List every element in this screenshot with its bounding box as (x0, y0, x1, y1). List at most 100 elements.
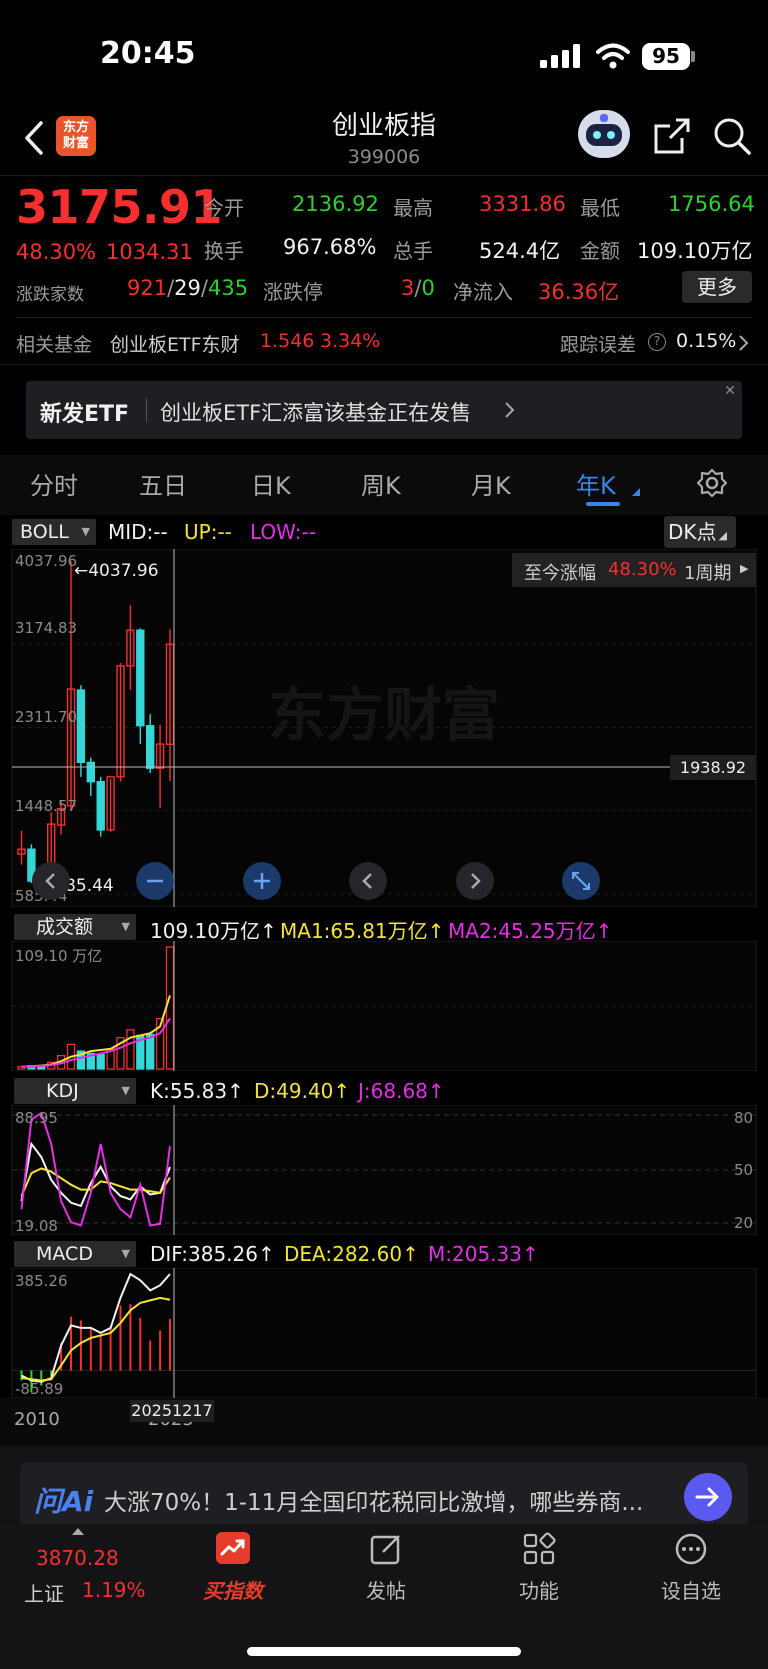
change-pct: 48.30% (16, 240, 97, 264)
buy-index-icon[interactable] (216, 1532, 250, 1564)
boll-low: LOW:-- (250, 520, 316, 544)
nav-functions[interactable]: 功能 (479, 1575, 599, 1604)
tab-yearly-k[interactable]: 年K (576, 466, 616, 501)
next-icon[interactable] (456, 862, 494, 900)
kdj-k: K:55.83↑ (150, 1079, 244, 1103)
tracking-label: 跟踪误差 (560, 334, 637, 356)
zoom-out-icon[interactable] (136, 862, 174, 900)
battery-tip (691, 51, 695, 62)
candle-2018 (96, 780, 105, 831)
time-axis-start: 2010 (14, 1409, 60, 1430)
crosshair-value: 1938.92 (670, 755, 756, 780)
volume-ma2: MA2:45.25万亿↑ (448, 919, 613, 943)
previous-icon[interactable] (349, 862, 387, 900)
max-marker: ←4037.96 (74, 561, 159, 581)
banner-text: 创业板ETF汇添富该基金正在发售 (160, 401, 472, 425)
pan-left-button[interactable] (32, 862, 70, 900)
nav-post[interactable]: 发帖 (326, 1575, 446, 1604)
close-icon[interactable]: ✕ (722, 383, 738, 399)
volume-indicator-select[interactable]: 成交额 ▼ (14, 914, 136, 940)
period-label: 1周期 (684, 563, 732, 584)
volume-bar-2018 (96, 1053, 105, 1070)
fund-pct: 3.34% (320, 330, 381, 352)
volume-value: 524.4亿 (479, 239, 561, 263)
fullscreen-icon[interactable] (562, 862, 600, 900)
high-label: 最高 (393, 196, 433, 220)
volume-y-top: 109.10 万亿 (15, 947, 103, 965)
current-price: 3175.91 (16, 180, 223, 234)
fund-label: 相关基金 (16, 334, 93, 356)
candle-2022 (136, 629, 145, 727)
help-icon[interactable]: ? (648, 333, 666, 351)
macd-dif: DIF:385.26↑ (150, 1242, 275, 1266)
main-indicator-select[interactable]: BOLL ▼ (12, 519, 96, 545)
sh-index-value[interactable]: 3870.28 (36, 1546, 119, 1570)
y-tick-2: 3174.83 (15, 619, 78, 637)
candlestick-chart[interactable]: 东方财富 (0, 549, 768, 907)
tab-dropdown-icon (632, 488, 640, 496)
high-value: 3331.86 (479, 192, 566, 216)
tracking-value: 0.15% (676, 330, 737, 352)
header-divider (0, 175, 768, 176)
tab-weekly-k[interactable]: 周K (361, 466, 401, 501)
assistant-robot-icon[interactable] (578, 110, 630, 158)
more-dots-icon[interactable] (674, 1532, 708, 1566)
y-tick-1: 4037.96 (15, 552, 78, 570)
chevron-right-icon[interactable] (738, 334, 750, 352)
kdj-chart[interactable] (0, 1105, 768, 1235)
share-icon[interactable] (652, 116, 692, 156)
tab-monthly-k[interactable]: 月K (471, 466, 511, 501)
nav-buy-index[interactable]: 买指数 (173, 1575, 293, 1604)
since-pct: 48.30% (608, 559, 677, 580)
macd-y-bottom: -85.89 (15, 1380, 64, 1398)
macd-m: M:205.33↑ (428, 1242, 539, 1266)
change-value: 1034.31 (106, 240, 193, 264)
fund-price: 1.546 (260, 330, 315, 352)
inflow-value: 36.36亿 (538, 280, 620, 304)
up-arrow-icon (72, 1528, 84, 1535)
limit-label: 涨跌停 (263, 280, 323, 304)
active-tab-indicator (586, 502, 620, 506)
settings-gear-icon[interactable] (697, 468, 727, 498)
amount-label: 金额 (580, 239, 620, 263)
volume-ma1: MA1:65.81万亿↑ (280, 919, 445, 943)
kdj-y-top: 88.95 (15, 1109, 58, 1127)
status-time: 20:45 (100, 36, 196, 71)
sh-index-pct: 1.19% (82, 1578, 146, 1602)
boll-mid: MID:-- (108, 520, 168, 544)
period-arrow-icon: ▶ (740, 562, 749, 575)
turnover-value: 967.68% (283, 235, 377, 259)
post-icon[interactable] (369, 1532, 403, 1566)
limit-values: 3/0 (401, 276, 435, 300)
macd-chart[interactable] (0, 1268, 768, 1398)
zoom-in-icon[interactable] (243, 862, 281, 900)
battery-icon: 95 (642, 43, 690, 70)
kdj-d: D:49.40↑ (254, 1079, 351, 1103)
wifi-icon (596, 43, 630, 69)
ai-prompt-text[interactable]: 大涨70%！1-11月全国印花税同比激增，哪些券商... (104, 1483, 674, 1517)
functions-grid-icon[interactable] (522, 1532, 556, 1566)
low-value: 1756.64 (668, 192, 755, 216)
search-icon[interactable] (712, 116, 752, 156)
tab-intraday[interactable]: 分时 (30, 466, 78, 501)
tab-five-day[interactable]: 五日 (139, 466, 187, 501)
more-button[interactable]: 更多 (682, 271, 752, 303)
candle-2023 (145, 725, 155, 769)
turnover-label: 换手 (204, 239, 244, 263)
kdj-indicator-select[interactable]: KDJ ▼ (14, 1078, 136, 1104)
kdj-y-bottom: 19.08 (15, 1217, 58, 1235)
nav-add-watchlist[interactable]: 设自选 (631, 1575, 751, 1604)
send-arrow-icon[interactable] (684, 1473, 732, 1521)
kdj-level-50: 50 (734, 1161, 754, 1179)
breadth-label: 涨跌家数 (16, 285, 84, 305)
sh-index-label: 上证 (24, 1582, 64, 1606)
chart-watermark: 东方财富 (268, 681, 500, 749)
ai-logo: 问Ai (34, 1485, 94, 1518)
macd-indicator-select[interactable]: MACD ▼ (14, 1241, 136, 1267)
volume-chart[interactable] (0, 941, 768, 1071)
tab-daily-k[interactable]: 日K (251, 466, 291, 501)
dk-point-button[interactable]: DK点 ◢ (664, 516, 736, 548)
inflow-label: 净流入 (453, 280, 513, 304)
volume-label: 总手 (393, 239, 433, 263)
fund-name[interactable]: 创业板ETF东财 (110, 330, 240, 357)
